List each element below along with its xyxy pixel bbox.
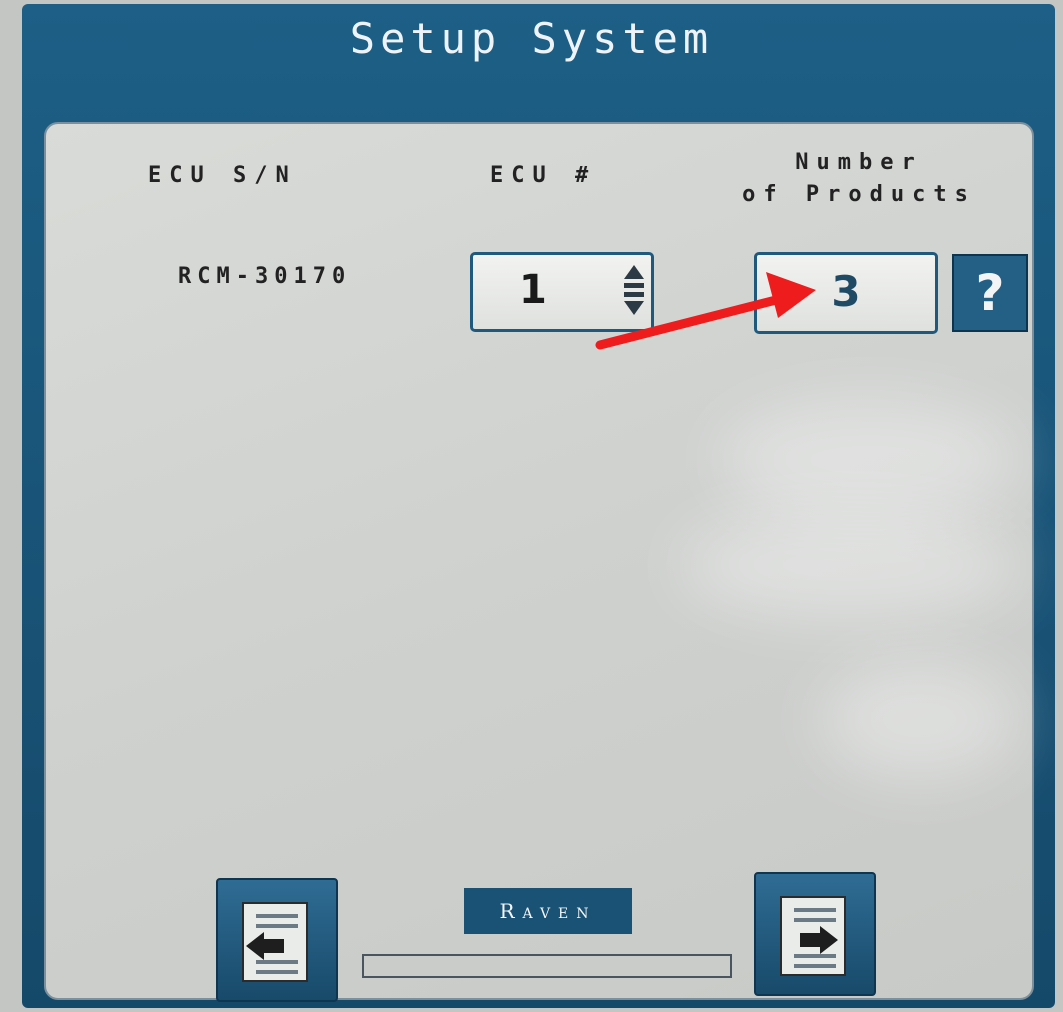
raven-logo: Raven	[464, 888, 632, 934]
progress-bar	[362, 954, 732, 978]
next-button[interactable]	[754, 872, 876, 996]
terminal-screen: Setup System ECU S/N ECU # Number of Pro…	[0, 0, 1063, 1012]
back-button[interactable]	[216, 878, 338, 1002]
page-back-icon	[242, 902, 308, 982]
red-arrow-icon	[595, 272, 816, 350]
page-next-icon	[780, 896, 846, 976]
